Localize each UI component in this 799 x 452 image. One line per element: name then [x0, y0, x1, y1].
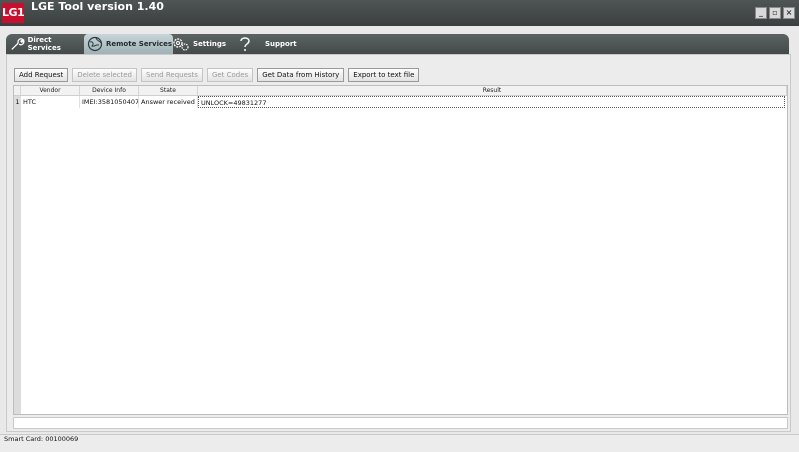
table-row[interactable]: 1 HTC IMEI:3581050407... Answer received…: [14, 96, 787, 108]
cell-device-info[interactable]: IMEI:3581050407...: [80, 96, 139, 108]
row-number-header: [14, 86, 21, 95]
tab-support-label: Support: [265, 40, 297, 48]
delete-selected-button[interactable]: Delete selected: [72, 68, 137, 82]
table-header: Vendor Device Info State Result: [14, 86, 787, 96]
column-header-vendor[interactable]: Vendor: [21, 86, 80, 95]
log-field[interactable]: [13, 417, 788, 429]
requests-table[interactable]: Vendor Device Info State Result 1 HTC IM…: [13, 85, 788, 415]
send-requests-button[interactable]: Send Requests: [141, 68, 203, 82]
wrench-icon: [11, 38, 25, 50]
window-title: LGE Tool version 1.40: [31, 0, 164, 13]
get-codes-button[interactable]: Get Codes: [206, 68, 254, 82]
column-header-result[interactable]: Result: [198, 86, 787, 95]
toolbar: Add Request Delete selected Send Request…: [14, 68, 420, 82]
main-navigation: Direct Services Remote Services Settings…: [6, 34, 789, 54]
tab-support[interactable]: Support: [238, 34, 298, 54]
close-icon[interactable]: ×: [783, 7, 795, 19]
maximize-icon[interactable]: ▫: [769, 7, 781, 19]
minimize-icon[interactable]: _: [755, 7, 767, 19]
smart-card-status: Smart Card: 00100069: [4, 435, 79, 443]
export-text-button[interactable]: Export to text file: [348, 68, 420, 82]
tab-remote-services[interactable]: Remote Services: [84, 34, 173, 54]
question-icon: [240, 37, 250, 51]
row-gutter: [14, 96, 21, 414]
tab-direct-services[interactable]: Direct Services: [10, 34, 82, 54]
cell-state[interactable]: Answer received: [139, 96, 198, 108]
add-request-button[interactable]: Add Request: [14, 68, 69, 82]
gears-icon: [173, 38, 189, 51]
cell-vendor[interactable]: HTC: [21, 96, 80, 108]
app-logo: LG1: [2, 3, 25, 23]
title-bar: LG1 LGE Tool version 1.40 _ ▫ ×: [0, 0, 799, 26]
window-controls: _ ▫ ×: [755, 7, 795, 19]
cell-result[interactable]: UNLOCK=49831277: [198, 96, 785, 108]
remote-services-panel: Add Request Delete selected Send Request…: [6, 54, 791, 432]
tab-settings[interactable]: Settings: [172, 34, 228, 54]
column-header-device-info[interactable]: Device Info: [80, 86, 139, 95]
get-data-history-button[interactable]: Get Data from History: [257, 68, 345, 82]
tab-remote-services-label: Remote Services: [106, 40, 173, 48]
row-number: 1: [15, 98, 20, 106]
tab-direct-services-label: Direct Services: [27, 36, 61, 52]
status-bar: Smart Card: 00100069: [0, 434, 799, 452]
tab-settings-label: Settings: [193, 40, 227, 48]
column-header-state[interactable]: State: [139, 86, 198, 95]
globe-icon: [87, 36, 103, 52]
